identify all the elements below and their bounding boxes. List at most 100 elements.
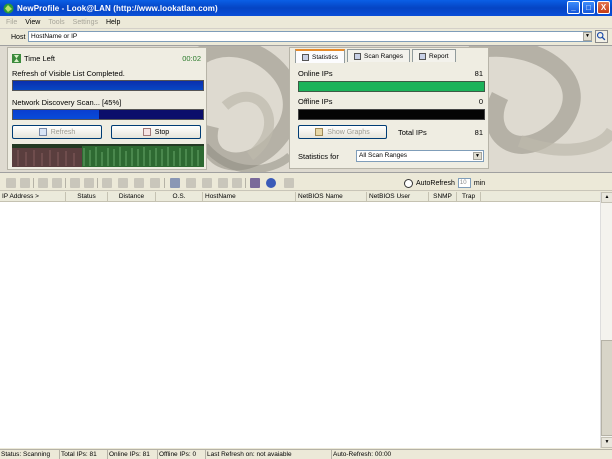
magnifier-icon <box>596 31 606 41</box>
column-snmp[interactable]: SNMP <box>429 192 457 202</box>
refresh-icon <box>38 128 47 136</box>
binoculars-icon[interactable] <box>38 178 48 188</box>
tab-scan-ranges[interactable]: Scan Ranges <box>347 49 411 62</box>
statistics-panel: Statistics Scan Ranges Report Online IPs… <box>289 47 489 169</box>
export-icon[interactable] <box>218 178 228 188</box>
host-label: Host <box>11 33 26 41</box>
folder-icon[interactable] <box>118 178 128 188</box>
stop-button[interactable]: Stop <box>111 125 201 139</box>
column-netbios-name[interactable]: NetBIOS Name <box>296 192 367 202</box>
menu-settings[interactable]: Settings <box>73 19 98 26</box>
refresh-button[interactable]: Refresh <box>12 125 102 139</box>
table-icon[interactable] <box>202 178 212 188</box>
window-title: NewProfile - Look@LAN (http://www.lookat… <box>17 3 218 13</box>
toolbar-separator <box>65 178 66 188</box>
graphs-icon <box>315 128 324 136</box>
time-left-value: 00:02 <box>182 54 201 63</box>
column-distance[interactable]: Distance <box>108 192 156 202</box>
refresh-status-text: Refresh of Visible List Completed. <box>12 69 125 78</box>
time-left-row: Time Left 00:02 <box>12 53 205 64</box>
column-os[interactable]: O.S. <box>156 192 203 202</box>
status-bar: Status: Scanning Total IPs: 81 Online IP… <box>0 449 612 459</box>
total-ips-label: Total IPs <box>398 128 427 137</box>
menu-help[interactable]: Help <box>106 19 120 26</box>
app-icon <box>3 3 14 13</box>
refresh-progress-bar <box>12 80 204 91</box>
help-icon[interactable] <box>266 178 276 188</box>
toolbar-separator <box>245 178 246 188</box>
statistics-for-select[interactable]: All Scan Ranges ▼ <box>356 150 484 162</box>
stop-square-icon[interactable] <box>70 178 80 188</box>
stats-tabs: Statistics Scan Ranges Report <box>295 49 456 63</box>
status-total-ips: Total IPs: 81 <box>60 450 108 459</box>
toolbar-separator <box>97 178 98 188</box>
network-icon[interactable] <box>134 178 144 188</box>
statistics-tab-icon <box>302 53 309 61</box>
offline-ips-bar <box>298 109 485 120</box>
record-circle-icon[interactable] <box>84 178 94 188</box>
close-button[interactable]: X <box>597 1 610 14</box>
autorefresh-interval-input[interactable]: 10 <box>457 178 471 188</box>
activity-graph-bars <box>12 144 204 167</box>
select-arrow-icon: ▼ <box>473 152 482 160</box>
results-table-header: IP Address > Status Distance O.S. HostNa… <box>0 192 600 202</box>
column-netbios-user[interactable]: NetBIOS User <box>367 192 429 202</box>
discovery-progress-bar <box>12 109 204 120</box>
host-bar: Host HostName or IP ▼ <box>0 29 612 45</box>
show-graphs-label: Show Graphs <box>327 128 370 136</box>
host-dropdown-arrow-icon[interactable]: ▼ <box>583 32 592 41</box>
column-ip-address[interactable]: IP Address > <box>0 192 66 202</box>
title-bar: NewProfile - Look@LAN (http://www.lookat… <box>0 0 612 16</box>
tab-report-label: Report <box>429 52 449 60</box>
vertical-scrollbar[interactable]: ▲ ▼ <box>600 192 612 448</box>
statistics-for-label: Statistics for <box>298 152 339 161</box>
host-input[interactable]: HostName or IP <box>28 31 592 42</box>
column-hostname[interactable]: HostName <box>203 192 296 202</box>
discovery-status-text: Network Discovery Scan... [45%] <box>12 98 122 107</box>
scroll-down-arrow-icon[interactable]: ▼ <box>601 437 612 448</box>
sound-icon[interactable] <box>250 178 260 188</box>
menu-bar: File View Tools Settings Help <box>0 16 612 29</box>
results-table-body[interactable] <box>0 202 600 448</box>
magnifier-go-button[interactable] <box>595 30 608 43</box>
menu-view[interactable]: View <box>25 19 40 26</box>
discovery-progress-fill <box>13 110 99 119</box>
total-ips-value: 81 <box>474 128 483 137</box>
scroll-thumb[interactable] <box>601 340 612 436</box>
status-scanning: Status: Scanning <box>0 450 60 459</box>
computer-icon[interactable] <box>150 178 160 188</box>
activity-graph <box>12 144 204 167</box>
upload-icon[interactable] <box>232 178 242 188</box>
tools-icon[interactable] <box>102 178 112 188</box>
toolbar: AutoRefresh 10 min <box>0 175 612 191</box>
column-status[interactable]: Status <box>66 192 108 202</box>
autorefresh-label[interactable]: AutoRefresh <box>416 180 455 187</box>
document-icon[interactable] <box>170 178 180 188</box>
tab-report[interactable]: Report <box>412 49 456 62</box>
autorefresh-unit: min <box>473 179 486 187</box>
maximize-button[interactable]: □ <box>582 1 595 14</box>
scroll-up-arrow-icon[interactable]: ▲ <box>601 192 612 203</box>
status-offline-ips: Offline IPs: 0 <box>158 450 206 459</box>
scan-ranges-tab-icon <box>354 52 362 60</box>
autorefresh-control: AutoRefresh 10 min <box>404 178 485 188</box>
show-graphs-button[interactable]: Show Graphs <box>298 125 387 139</box>
zoom-icon[interactable] <box>6 178 16 188</box>
filter-icon[interactable] <box>20 178 30 188</box>
status-online-ips: Online IPs: 81 <box>108 450 158 459</box>
time-left-label: Time Left <box>24 54 55 63</box>
print-icon[interactable] <box>186 178 196 188</box>
menu-tools[interactable]: Tools <box>48 19 64 26</box>
status-last-refresh: Last Refresh on: not avaiable <box>206 450 332 459</box>
minimize-button[interactable]: _ <box>567 1 580 14</box>
info-icon[interactable] <box>284 178 294 188</box>
statistics-for-value: All Scan Ranges <box>359 152 408 159</box>
record-icon[interactable] <box>52 178 62 188</box>
menu-file[interactable]: File <box>6 19 17 26</box>
tab-statistics[interactable]: Statistics <box>295 49 346 63</box>
online-ips-bar <box>298 81 485 92</box>
scan-panel: Time Left 00:02 Refresh of Visible List … <box>7 47 207 170</box>
refresh-button-label: Refresh <box>50 128 76 136</box>
online-ips-label: Online IPs <box>298 69 333 78</box>
column-trap[interactable]: Trap <box>457 192 481 202</box>
